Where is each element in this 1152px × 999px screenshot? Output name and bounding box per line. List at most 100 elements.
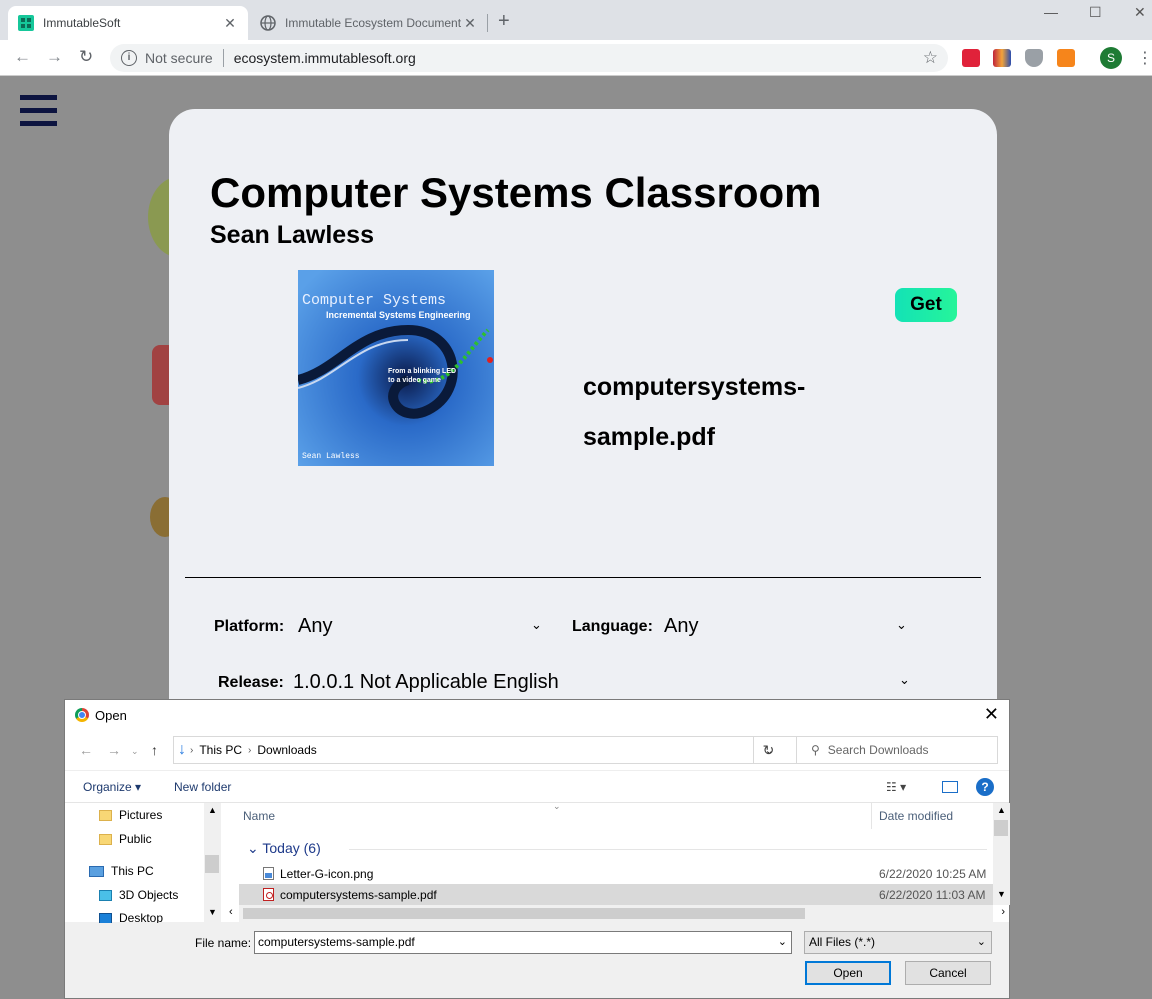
new-folder-button[interactable]: New folder: [174, 780, 231, 794]
cover-subtitle: Incremental Systems Engineering: [326, 310, 471, 320]
cancel-button[interactable]: Cancel: [905, 961, 991, 985]
tab-ecosystem-docs[interactable]: Immutable Ecosystem Document ✕: [250, 6, 488, 40]
group-header-today[interactable]: ⌄ Today (6): [247, 840, 321, 857]
chevron-down-icon[interactable]: ⌄: [896, 617, 907, 633]
tab-title: ImmutableSoft: [43, 16, 121, 30]
open-file-dialog: Open ✕ ← → ⌄ ↑ ↓ › This PC › Downloads ⌄…: [64, 699, 1010, 999]
immutablesoft-favicon-icon: [18, 15, 34, 31]
navigation-tree: Pictures Public This PC 3D Objects Deskt…: [65, 803, 221, 923]
file-row-computersystems-sample[interactable]: computersystems-sample.pdf 6/22/2020 11:…: [239, 884, 993, 905]
downloads-icon: ↓: [178, 741, 186, 758]
column-divider[interactable]: [871, 803, 872, 829]
platform-select[interactable]: Any: [298, 615, 332, 638]
tree-scrollbar[interactable]: ▲ ▼: [204, 803, 221, 923]
file-list-horizontal-scrollbar[interactable]: ‹ ›: [229, 905, 1005, 922]
tree-item-label: 3D Objects: [119, 888, 179, 902]
tree-item-this-pc[interactable]: This PC: [89, 864, 154, 878]
close-dialog-icon[interactable]: ✕: [984, 704, 999, 725]
tree-item-3d-objects[interactable]: 3D Objects: [99, 888, 178, 902]
maximize-button[interactable]: ☐: [1089, 4, 1102, 21]
group-divider: [349, 849, 987, 850]
image-file-icon: [263, 867, 274, 880]
browser-menu-icon[interactable]: ⋮: [1137, 48, 1152, 68]
file-name-input[interactable]: computersystems-sample.pdf ⌄: [254, 931, 792, 954]
chevron-down-icon[interactable]: ⌄: [778, 932, 787, 953]
file-type-value: All Files (*.*): [809, 935, 876, 949]
tree-item-label: Public: [119, 832, 152, 846]
profile-avatar[interactable]: S: [1100, 47, 1122, 69]
file-row-date: 6/22/2020 10:25 AM: [879, 866, 987, 881]
view-options-icon[interactable]: ☷ ▾: [886, 780, 906, 794]
chevron-down-icon[interactable]: ⌄: [977, 932, 986, 953]
language-select[interactable]: Any: [664, 615, 698, 638]
tree-item-public[interactable]: Public: [99, 832, 152, 846]
release-label: Release:: [218, 674, 284, 691]
extension-metamask-fox-icon[interactable]: [1057, 49, 1075, 67]
chevron-down-icon[interactable]: ⌄: [899, 672, 910, 688]
forward-arrow-icon[interactable]: →: [107, 742, 121, 758]
column-header-name[interactable]: Name: [243, 809, 275, 823]
back-arrow-icon[interactable]: ←: [14, 47, 31, 67]
file-type-select[interactable]: All Files (*.*) ⌄: [804, 931, 992, 954]
close-tab-icon[interactable]: ✕: [222, 15, 238, 32]
tab-immutablesoft[interactable]: ImmutableSoft ✕: [8, 6, 248, 40]
refresh-icon[interactable]: ↻: [753, 736, 783, 764]
globe-icon: [260, 15, 276, 31]
group-label: Today (6): [262, 840, 321, 856]
address-bar[interactable]: i Not secure ecosystem.immutablesoft.org…: [110, 44, 948, 72]
file-row-date: 6/22/2020 11:03 AM: [879, 887, 986, 902]
close-tab-icon[interactable]: ✕: [462, 15, 478, 32]
tree-item-label: This PC: [111, 864, 154, 878]
hamburger-menu-icon[interactable]: [20, 95, 57, 127]
breadcrumb-separator-icon: ›: [248, 744, 252, 756]
up-arrow-icon[interactable]: ↑: [151, 742, 158, 758]
back-arrow-icon[interactable]: ←: [79, 742, 93, 758]
release-select[interactable]: 1.0.0.1 Not Applicable English: [293, 671, 559, 694]
extension-colorful-icon[interactable]: [993, 49, 1011, 67]
breadcrumb-separator-icon: ›: [190, 744, 194, 756]
tree-item-desktop[interactable]: Desktop: [99, 911, 163, 923]
minimize-button[interactable]: —: [1044, 4, 1058, 20]
column-header-date-modified[interactable]: Date modified: [879, 809, 953, 823]
info-icon[interactable]: i: [121, 50, 137, 66]
chrome-icon: [75, 708, 89, 722]
reload-icon[interactable]: ↻: [79, 47, 93, 67]
get-button[interactable]: Get: [895, 288, 957, 322]
extension-angular-icon[interactable]: [962, 49, 980, 67]
folder-icon: [99, 809, 112, 821]
close-window-button[interactable]: ✕: [1134, 4, 1146, 21]
author-name: Sean Lawless: [210, 221, 374, 249]
folder-icon: [99, 833, 112, 845]
search-placeholder: Search Downloads: [827, 743, 929, 757]
help-button[interactable]: ?: [976, 778, 994, 796]
breadcrumb-downloads[interactable]: Downloads: [257, 743, 316, 757]
cover-title: Computer Systems: [302, 292, 446, 309]
file-row-name: computersystems-sample.pdf: [280, 887, 437, 902]
file-row-letter-g-icon[interactable]: Letter-G-icon.png 6/22/2020 10:25 AM: [239, 863, 993, 884]
dialog-address-bar[interactable]: ↓ › This PC › Downloads ⌄: [173, 736, 817, 764]
computer-icon: [89, 865, 104, 877]
chevron-down-icon[interactable]: ⌄: [531, 617, 542, 633]
search-icon: ⚲: [811, 743, 820, 757]
desktop-icon: [99, 912, 112, 923]
dialog-titlebar: Open ✕: [65, 700, 1009, 730]
pdf-file-icon: [263, 888, 274, 901]
search-input[interactable]: ⚲ Search Downloads: [796, 736, 998, 764]
forward-arrow-icon[interactable]: →: [46, 47, 63, 67]
organize-button[interactable]: Organize ▾: [83, 780, 141, 794]
recent-locations-icon[interactable]: ⌄: [131, 746, 139, 757]
file-name-value: computersystems-sample.pdf: [258, 935, 415, 949]
breadcrumb-this-pc[interactable]: This PC: [199, 743, 242, 757]
security-status: Not secure: [145, 50, 213, 66]
tree-item-label: Pictures: [119, 808, 163, 822]
new-tab-button[interactable]: +: [498, 10, 510, 33]
open-button[interactable]: Open: [805, 961, 891, 985]
tree-item-pictures[interactable]: Pictures: [99, 808, 162, 822]
extension-shield-icon[interactable]: [1025, 49, 1043, 67]
preview-pane-icon[interactable]: [942, 781, 958, 793]
file-list-scrollbar[interactable]: ▲ ▼: [993, 803, 1010, 905]
bookmark-star-icon[interactable]: ☆: [923, 48, 938, 68]
omnibox-divider: [222, 49, 224, 67]
language-label: Language:: [572, 618, 653, 635]
url-text[interactable]: ecosystem.immutablesoft.org: [234, 50, 416, 66]
